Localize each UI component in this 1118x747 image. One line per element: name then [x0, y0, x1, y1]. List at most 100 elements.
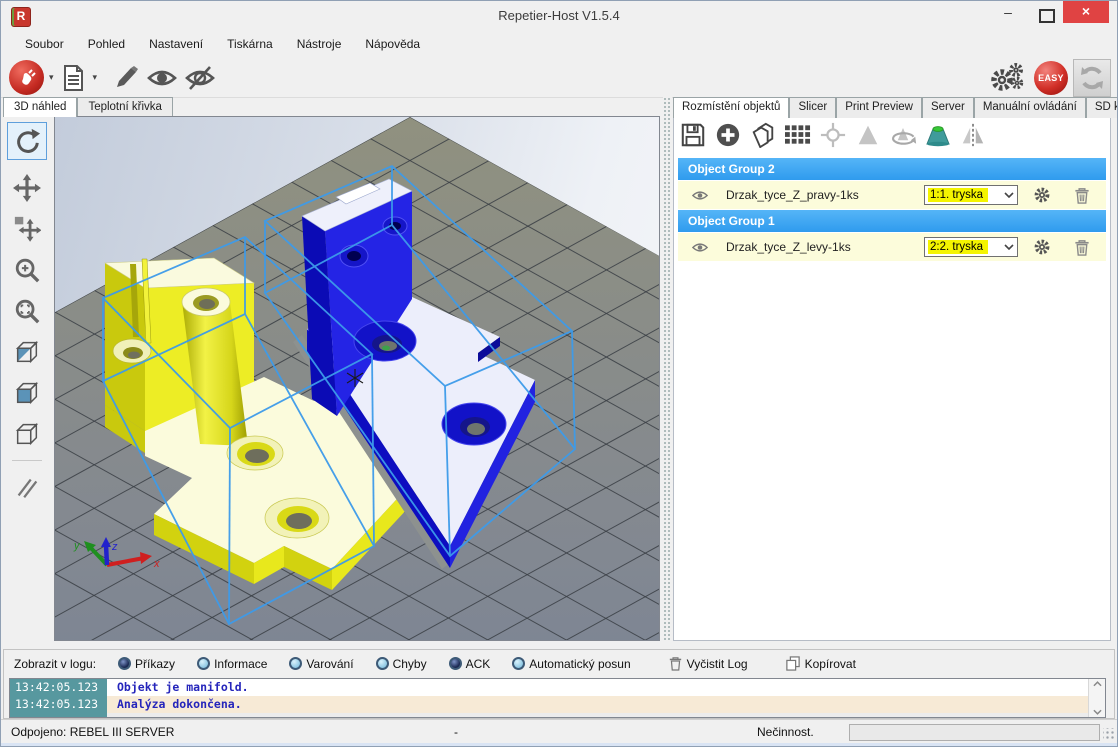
filter-circle-icon — [118, 657, 131, 670]
tab-temperature-curve[interactable]: Teplotní křivka — [77, 97, 173, 117]
clear-log-button[interactable]: Vyčistit Log — [669, 656, 748, 671]
object-name: Drzak_tyce_Z_levy-1ks — [726, 240, 924, 254]
object-settings-gear-icon[interactable] — [1032, 238, 1052, 256]
move-view-button[interactable] — [7, 169, 47, 207]
tab-manual-control[interactable]: Manuální ovládání — [974, 97, 1086, 118]
gears-icon — [988, 61, 1028, 95]
show-filament-button[interactable] — [145, 62, 179, 94]
add-object-button[interactable] — [714, 121, 742, 149]
tab-print-preview[interactable]: Print Preview — [836, 97, 922, 118]
menu-nastaveni[interactable]: Nastavení — [137, 33, 215, 55]
trash-icon — [669, 656, 682, 671]
tab-3d-view[interactable]: 3D náhled — [3, 97, 77, 117]
filter-commands[interactable]: Příkazy — [118, 657, 175, 671]
copy-log-button[interactable]: Kopírovat — [786, 656, 856, 671]
delete-trash-icon[interactable] — [1074, 187, 1090, 204]
zoom-fit-button[interactable] — [7, 292, 47, 330]
scroll-down-icon[interactable] — [1093, 709, 1102, 715]
mirror-object-button[interactable] — [959, 121, 987, 149]
panel-splitter[interactable] — [663, 97, 672, 641]
mirror-icon — [960, 122, 986, 148]
filter-circle-icon — [376, 657, 389, 670]
tab-object-placement[interactable]: Rozmístění objektů — [673, 97, 789, 118]
filter-errors[interactable]: Chyby — [376, 657, 427, 671]
visibility-eye-icon[interactable] — [692, 189, 708, 202]
maximize-button[interactable] — [1039, 9, 1055, 23]
menu-bar: Soubor Pohled Nastavení Tiskárna Nástroj… — [1, 31, 1117, 57]
zoom-in-button[interactable] — [7, 251, 47, 289]
extruder-select[interactable]: 2:2. tryska — [924, 237, 1018, 257]
rotate-object-icon — [889, 122, 917, 148]
delete-trash-icon[interactable] — [1074, 239, 1090, 256]
connect-dropdown-caret[interactable]: ▾ — [49, 72, 54, 83]
cube-isometric-icon — [13, 338, 41, 366]
rotate-view-button[interactable] — [7, 122, 47, 160]
filter-autoscroll[interactable]: Automatický posun — [512, 657, 630, 671]
minimize-button[interactable]: – — [995, 5, 1021, 23]
autoposition-button[interactable] — [784, 121, 812, 149]
close-button[interactable]: × — [1063, 1, 1109, 23]
filter-warnings[interactable]: Varování — [289, 657, 353, 671]
visibility-eye-icon[interactable] — [692, 241, 708, 254]
3d-viewport[interactable]: x y z — [54, 116, 660, 641]
title-bar[interactable]: R Repetier-Host V1.5.4 – × — [1, 1, 1117, 31]
extruder-value: 1:1. tryska — [928, 188, 988, 202]
log-message: Analýza dokončena. — [107, 696, 1088, 713]
menu-nastroje[interactable]: Nástroje — [285, 33, 354, 55]
edit-object-button[interactable] — [109, 62, 141, 94]
load-dropdown-caret[interactable]: ▾ — [93, 72, 98, 83]
eye-icon — [146, 63, 178, 93]
menu-napoveda[interactable]: Nápověda — [353, 33, 432, 55]
emergency-reset-button[interactable] — [1073, 59, 1111, 97]
lay-flat-button[interactable] — [924, 121, 952, 149]
log-scrollbar[interactable] — [1088, 679, 1105, 717]
menu-pohled[interactable]: Pohled — [76, 33, 137, 55]
log-output[interactable]: 13:42:05.123 13:42:05.123 Objekt je mani… — [9, 678, 1106, 718]
object-group-header[interactable]: Object Group 1 — [678, 210, 1106, 232]
tab-sd-card[interactable]: SD karta — [1086, 97, 1118, 118]
object-row[interactable]: Drzak_tyce_Z_pravy-1ks 1:1. tryska — [678, 181, 1106, 209]
parallel-projection-button[interactable] — [7, 468, 47, 506]
tab-slicer[interactable]: Slicer — [789, 97, 836, 118]
object-row[interactable]: Drzak_tyce_Z_levy-1ks 2:2. tryska — [678, 233, 1106, 261]
status-center: - — [441, 725, 471, 739]
menu-soubor[interactable]: Soubor — [13, 33, 76, 55]
log-time: 13:42:05.123 — [10, 679, 107, 696]
menu-tiskarna[interactable]: Tiskárna — [215, 33, 285, 55]
plug-icon — [17, 68, 37, 88]
log-message-column: Objekt je manifold. Analýza dokončena. — [107, 679, 1088, 717]
extruder-select[interactable]: 1:1. tryska — [924, 185, 1018, 205]
activity-status: Nečinnost. — [757, 725, 814, 739]
easy-mode-button[interactable]: EASY — [1034, 61, 1068, 95]
filter-info[interactable]: Informace — [197, 657, 267, 671]
load-file-button[interactable] — [58, 62, 88, 94]
connection-status: Odpojeno: REBEL III SERVER — [11, 725, 174, 739]
rotate-object-button[interactable] — [889, 121, 917, 149]
scroll-up-icon[interactable] — [1093, 681, 1102, 687]
object-settings-gear-icon[interactable] — [1032, 186, 1052, 204]
status-bar: Odpojeno: REBEL III SERVER - Nečinnost. — [1, 719, 1118, 744]
scale-object-button[interactable] — [854, 121, 882, 149]
filter-circle-icon — [289, 657, 302, 670]
view-perspective-button[interactable] — [7, 415, 47, 453]
move-object-button[interactable] — [7, 210, 47, 248]
connect-printer-button[interactable] — [9, 60, 44, 95]
log-time-column: 13:42:05.123 13:42:05.123 — [10, 679, 107, 717]
circular-arrows-icon — [1078, 64, 1106, 92]
resize-grip[interactable] — [1103, 728, 1115, 740]
copy-object-button[interactable] — [749, 121, 777, 149]
hide-travel-button[interactable] — [183, 62, 217, 94]
move-icon — [13, 174, 41, 202]
3d-scene: x y z — [55, 117, 659, 640]
object-group-header[interactable]: Object Group 2 — [678, 158, 1106, 180]
save-button[interactable] — [679, 121, 707, 149]
pencil-icon — [110, 63, 140, 93]
center-object-button[interactable] — [819, 121, 847, 149]
tab-server[interactable]: Server — [922, 97, 974, 118]
filter-ack[interactable]: ACK — [449, 657, 491, 671]
parallel-lines-icon — [13, 473, 41, 501]
cube-front-icon — [13, 379, 41, 407]
view-front-button[interactable] — [7, 374, 47, 412]
view-isometric-button[interactable] — [7, 333, 47, 371]
settings-gears-button[interactable] — [987, 60, 1029, 96]
